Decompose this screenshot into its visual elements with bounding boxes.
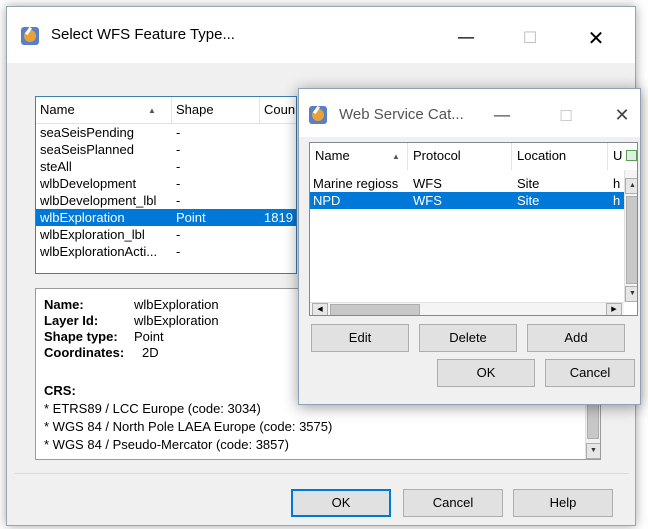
crs-item: * WGS 84 / Pseudo-Mercator (code: 3857) [44, 437, 289, 452]
scroll-down-arrow-icon[interactable]: ▼ [625, 286, 637, 302]
window-title: Select WFS Feature Type... [51, 26, 235, 43]
catalog-horizontal-scrollbar[interactable]: ◀ ▶ [310, 302, 624, 315]
catalog-vertical-scrollbar[interactable]: ▲ ▼ [624, 170, 637, 302]
add-button[interactable]: Add [527, 324, 625, 352]
app-globe-icon [21, 27, 39, 45]
catalog-table-header: Name ▲ Protocol Location U [310, 143, 637, 170]
maximize-button[interactable]: ☐ [507, 23, 553, 53]
scroll-thumb[interactable] [587, 401, 599, 439]
column-header-name[interactable]: Name ▲ [36, 97, 172, 124]
scroll-thumb-horizontal[interactable] [330, 304, 420, 315]
catalog-cancel-button[interactable]: Cancel [545, 359, 635, 387]
scroll-right-arrow-icon[interactable]: ▶ [606, 303, 622, 315]
detail-layer-value: wlbExploration [134, 313, 219, 328]
feature-type-list[interactable]: Name ▲ Shape Coun seaSeisPending - seaSe… [35, 96, 297, 274]
catalog-minimize-button[interactable]: — [479, 101, 525, 131]
column-header-protocol[interactable]: Protocol [408, 143, 512, 170]
help-button[interactable]: Help [513, 489, 613, 517]
detail-name-value: wlbExploration [134, 297, 219, 312]
table-row[interactable]: Marine regioss WFS Site h [310, 175, 637, 192]
table-row-selected[interactable]: wlbExploration Point 1819 [36, 209, 296, 226]
catalog-close-button[interactable]: ✕ [599, 101, 645, 131]
detail-coord-row: Coordinates: [44, 345, 125, 360]
column-header-name[interactable]: Name ▲ [310, 143, 408, 170]
table-row[interactable]: steAll - [36, 158, 296, 175]
catalog-ok-button[interactable]: OK [437, 359, 535, 387]
detail-shape-value: Point [134, 329, 164, 344]
table-row[interactable]: wlbDevelopment_lbl - [36, 192, 296, 209]
edit-button[interactable]: Edit [311, 324, 409, 352]
column-chooser-icon[interactable] [626, 150, 637, 161]
table-row[interactable]: seaSeisPlanned - [36, 141, 296, 158]
table-row-selected[interactable]: NPD WFS Site h [310, 192, 624, 209]
table-row[interactable]: wlbExplorationActi... - [36, 243, 296, 260]
table-row[interactable]: seaSeisPending - [36, 124, 296, 141]
detail-layer-row: Layer Id: [44, 313, 99, 328]
catalog-title-bar[interactable]: Web Service Cat... — ☐ ✕ [299, 89, 640, 137]
crs-item: * ETRS89 / LCC Europe (code: 3034) [44, 401, 261, 416]
crs-heading: CRS: [44, 383, 76, 398]
detail-coord-value: 2D [142, 345, 159, 360]
sort-ascending-icon: ▲ [148, 106, 156, 115]
web-service-catalog-dialog: Web Service Cat... — ☐ ✕ Name ▲ Protocol… [298, 88, 641, 405]
column-header-location[interactable]: Location [512, 143, 608, 170]
column-header-count[interactable]: Coun [260, 97, 296, 124]
crs-item: * WGS 84 / North Pole LAEA Europe (code:… [44, 419, 333, 434]
catalog-window-title: Web Service Cat... [339, 106, 464, 123]
close-button[interactable]: ✕ [573, 23, 619, 53]
catalog-maximize-button[interactable]: ☐ [543, 101, 589, 131]
sort-ascending-icon: ▲ [392, 152, 400, 161]
app-globe-icon [309, 106, 327, 124]
minimize-button[interactable]: — [443, 23, 489, 53]
cancel-button[interactable]: Cancel [403, 489, 503, 517]
table-row[interactable]: wlbExploration_lbl - [36, 226, 296, 243]
button-separator [15, 473, 629, 474]
scroll-up-arrow-icon[interactable]: ▲ [625, 178, 637, 194]
column-header-u[interactable]: U [608, 143, 624, 170]
scroll-thumb[interactable] [626, 196, 637, 284]
column-header-shape[interactable]: Shape [172, 97, 260, 124]
scroll-left-arrow-icon[interactable]: ◀ [312, 303, 328, 315]
table-row[interactable]: wlbDevelopment - [36, 175, 296, 192]
ok-button[interactable]: OK [291, 489, 391, 517]
detail-name-row: Name: [44, 297, 84, 312]
feature-list-header: Name ▲ Shape Coun [36, 97, 296, 124]
catalog-service-table[interactable]: Name ▲ Protocol Location U Marine regios… [309, 142, 638, 316]
title-bar[interactable]: Select WFS Feature Type... — ☐ ✕ [7, 7, 635, 63]
scroll-down-arrow-icon[interactable]: ▼ [586, 443, 600, 459]
detail-shape-row: Shape type: [44, 329, 118, 344]
delete-button[interactable]: Delete [419, 324, 517, 352]
